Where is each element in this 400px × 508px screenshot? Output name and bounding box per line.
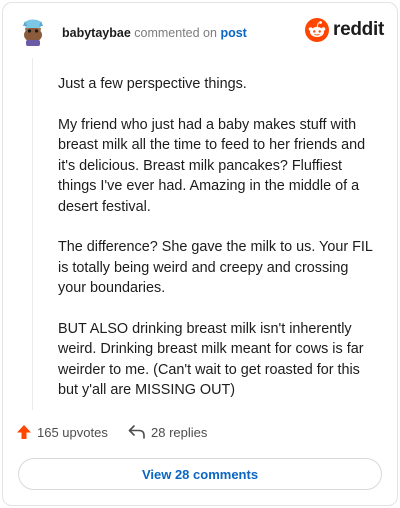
view-comments-button[interactable]: View 28 comments — [18, 458, 382, 490]
commented-on-text: commented on — [134, 26, 217, 40]
reddit-brand[interactable]: reddit — [305, 18, 384, 42]
comment-meta: babytaybae commented on post — [62, 26, 247, 40]
avatar-icon[interactable] — [16, 14, 50, 48]
brand-name: reddit — [333, 19, 384, 40]
thread-line[interactable] — [32, 58, 33, 410]
comment-actions: 165 upvotes 28 replies — [16, 424, 376, 446]
username-link[interactable]: babytaybae — [62, 26, 131, 40]
upvote-arrow-icon — [17, 425, 31, 439]
reply-button[interactable]: 28 replies — [128, 424, 207, 440]
upvote-button[interactable]: 165 upvotes — [16, 424, 108, 440]
reddit-logo-icon — [305, 18, 330, 42]
post-link[interactable]: post — [220, 26, 246, 40]
comment-body: Just a few perspective things. My friend… — [58, 74, 376, 421]
comment-paragraph: My friend who just had a baby makes stuf… — [58, 116, 366, 215]
comment-paragraph: Just a few perspective things. — [58, 76, 247, 92]
reply-arrow-icon — [128, 425, 145, 439]
comment-paragraph: BUT ALSO drinking breast milk isn't inhe… — [58, 320, 364, 399]
reply-count: 28 replies — [151, 424, 208, 440]
comment-paragraph: The difference? She gave the milk to us.… — [58, 239, 373, 296]
comment-header: babytaybae commented on post reddit — [16, 14, 386, 54]
upvote-count: 165 upvotes — [37, 424, 108, 440]
